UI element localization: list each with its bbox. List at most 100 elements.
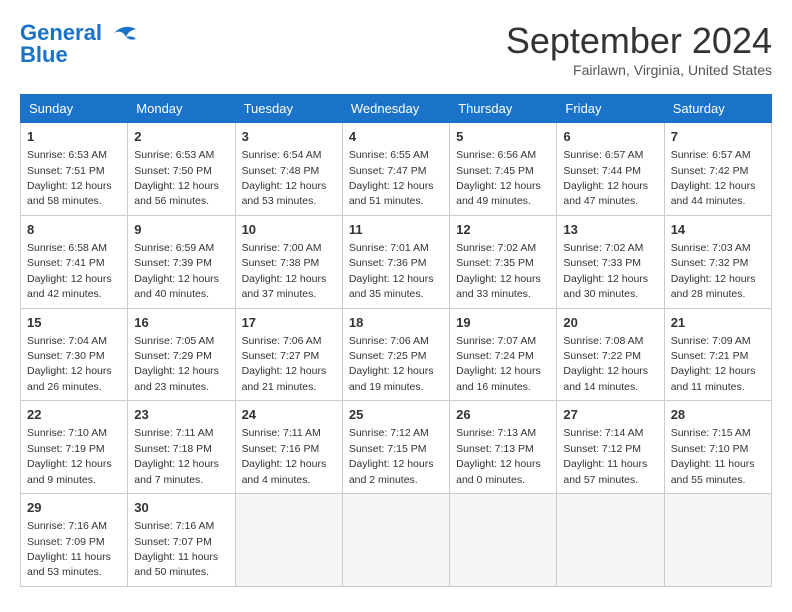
calendar-day-cell: 4 Sunrise: 6:55 AMSunset: 7:47 PMDayligh…	[342, 123, 449, 216]
calendar-day-cell	[342, 494, 449, 587]
calendar-day-cell: 22 Sunrise: 7:10 AMSunset: 7:19 PMDaylig…	[21, 401, 128, 494]
month-title: September 2024	[506, 20, 772, 62]
calendar-header-row: SundayMondayTuesdayWednesdayThursdayFrid…	[21, 95, 772, 123]
day-number: 7	[671, 128, 765, 146]
day-number: 16	[134, 314, 228, 332]
day-info: Sunrise: 6:57 AMSunset: 7:42 PMDaylight:…	[671, 149, 756, 207]
day-number: 9	[134, 221, 228, 239]
day-info: Sunrise: 7:12 AMSunset: 7:15 PMDaylight:…	[349, 427, 434, 485]
weekday-header: Thursday	[450, 95, 557, 123]
calendar-day-cell: 21 Sunrise: 7:09 AMSunset: 7:21 PMDaylig…	[664, 308, 771, 401]
calendar-day-cell: 7 Sunrise: 6:57 AMSunset: 7:42 PMDayligh…	[664, 123, 771, 216]
day-number: 26	[456, 406, 550, 424]
calendar-day-cell: 30 Sunrise: 7:16 AMSunset: 7:07 PMDaylig…	[128, 494, 235, 587]
day-info: Sunrise: 7:08 AMSunset: 7:22 PMDaylight:…	[563, 335, 648, 393]
day-number: 24	[242, 406, 336, 424]
title-area: September 2024 Fairlawn, Virginia, Unite…	[506, 20, 772, 78]
calendar-day-cell: 29 Sunrise: 7:16 AMSunset: 7:09 PMDaylig…	[21, 494, 128, 587]
day-info: Sunrise: 7:00 AMSunset: 7:38 PMDaylight:…	[242, 242, 327, 300]
weekday-header: Sunday	[21, 95, 128, 123]
day-number: 22	[27, 406, 121, 424]
day-number: 8	[27, 221, 121, 239]
day-number: 28	[671, 406, 765, 424]
calendar-day-cell: 15 Sunrise: 7:04 AMSunset: 7:30 PMDaylig…	[21, 308, 128, 401]
day-info: Sunrise: 6:59 AMSunset: 7:39 PMDaylight:…	[134, 242, 219, 300]
calendar-day-cell: 28 Sunrise: 7:15 AMSunset: 7:10 PMDaylig…	[664, 401, 771, 494]
calendar-day-cell: 12 Sunrise: 7:02 AMSunset: 7:35 PMDaylig…	[450, 215, 557, 308]
day-info: Sunrise: 7:10 AMSunset: 7:19 PMDaylight:…	[27, 427, 112, 485]
day-info: Sunrise: 6:58 AMSunset: 7:41 PMDaylight:…	[27, 242, 112, 300]
day-info: Sunrise: 7:02 AMSunset: 7:33 PMDaylight:…	[563, 242, 648, 300]
page-header: General Blue September 2024 Fairlawn, Vi…	[20, 20, 772, 78]
day-info: Sunrise: 7:11 AMSunset: 7:16 PMDaylight:…	[242, 427, 327, 485]
calendar-day-cell	[557, 494, 664, 587]
calendar-day-cell: 26 Sunrise: 7:13 AMSunset: 7:13 PMDaylig…	[450, 401, 557, 494]
weekday-header: Wednesday	[342, 95, 449, 123]
day-number: 10	[242, 221, 336, 239]
day-info: Sunrise: 7:14 AMSunset: 7:12 PMDaylight:…	[563, 427, 647, 485]
calendar-day-cell	[450, 494, 557, 587]
logo-bird-icon	[106, 21, 142, 45]
calendar-day-cell: 23 Sunrise: 7:11 AMSunset: 7:18 PMDaylig…	[128, 401, 235, 494]
calendar-day-cell: 13 Sunrise: 7:02 AMSunset: 7:33 PMDaylig…	[557, 215, 664, 308]
day-number: 15	[27, 314, 121, 332]
calendar-day-cell	[235, 494, 342, 587]
day-number: 23	[134, 406, 228, 424]
day-number: 6	[563, 128, 657, 146]
calendar-day-cell: 9 Sunrise: 6:59 AMSunset: 7:39 PMDayligh…	[128, 215, 235, 308]
weekday-header: Monday	[128, 95, 235, 123]
day-info: Sunrise: 6:53 AMSunset: 7:50 PMDaylight:…	[134, 149, 219, 207]
calendar-day-cell: 3 Sunrise: 6:54 AMSunset: 7:48 PMDayligh…	[235, 123, 342, 216]
day-number: 27	[563, 406, 657, 424]
day-number: 2	[134, 128, 228, 146]
day-number: 13	[563, 221, 657, 239]
calendar-day-cell: 1 Sunrise: 6:53 AMSunset: 7:51 PMDayligh…	[21, 123, 128, 216]
calendar-day-cell: 11 Sunrise: 7:01 AMSunset: 7:36 PMDaylig…	[342, 215, 449, 308]
day-info: Sunrise: 6:56 AMSunset: 7:45 PMDaylight:…	[456, 149, 541, 207]
calendar-day-cell	[664, 494, 771, 587]
day-info: Sunrise: 7:16 AMSunset: 7:07 PMDaylight:…	[134, 520, 218, 578]
day-info: Sunrise: 7:04 AMSunset: 7:30 PMDaylight:…	[27, 335, 112, 393]
calendar-day-cell: 24 Sunrise: 7:11 AMSunset: 7:16 PMDaylig…	[235, 401, 342, 494]
logo: General Blue	[20, 20, 142, 68]
day-number: 20	[563, 314, 657, 332]
weekday-header: Friday	[557, 95, 664, 123]
day-info: Sunrise: 7:13 AMSunset: 7:13 PMDaylight:…	[456, 427, 541, 485]
day-number: 14	[671, 221, 765, 239]
calendar-day-cell: 6 Sunrise: 6:57 AMSunset: 7:44 PMDayligh…	[557, 123, 664, 216]
weekday-header: Tuesday	[235, 95, 342, 123]
day-info: Sunrise: 7:09 AMSunset: 7:21 PMDaylight:…	[671, 335, 756, 393]
calendar-week-row: 22 Sunrise: 7:10 AMSunset: 7:19 PMDaylig…	[21, 401, 772, 494]
calendar-day-cell: 16 Sunrise: 7:05 AMSunset: 7:29 PMDaylig…	[128, 308, 235, 401]
day-number: 17	[242, 314, 336, 332]
weekday-header: Saturday	[664, 95, 771, 123]
day-info: Sunrise: 7:01 AMSunset: 7:36 PMDaylight:…	[349, 242, 434, 300]
calendar-day-cell: 25 Sunrise: 7:12 AMSunset: 7:15 PMDaylig…	[342, 401, 449, 494]
day-info: Sunrise: 7:16 AMSunset: 7:09 PMDaylight:…	[27, 520, 111, 578]
day-number: 18	[349, 314, 443, 332]
calendar-day-cell: 20 Sunrise: 7:08 AMSunset: 7:22 PMDaylig…	[557, 308, 664, 401]
calendar-day-cell: 10 Sunrise: 7:00 AMSunset: 7:38 PMDaylig…	[235, 215, 342, 308]
day-number: 21	[671, 314, 765, 332]
day-info: Sunrise: 7:02 AMSunset: 7:35 PMDaylight:…	[456, 242, 541, 300]
day-number: 19	[456, 314, 550, 332]
calendar-day-cell: 19 Sunrise: 7:07 AMSunset: 7:24 PMDaylig…	[450, 308, 557, 401]
day-number: 30	[134, 499, 228, 517]
calendar-day-cell: 14 Sunrise: 7:03 AMSunset: 7:32 PMDaylig…	[664, 215, 771, 308]
day-number: 11	[349, 221, 443, 239]
day-info: Sunrise: 7:11 AMSunset: 7:18 PMDaylight:…	[134, 427, 219, 485]
day-info: Sunrise: 7:03 AMSunset: 7:32 PMDaylight:…	[671, 242, 756, 300]
day-number: 12	[456, 221, 550, 239]
day-number: 5	[456, 128, 550, 146]
day-info: Sunrise: 6:54 AMSunset: 7:48 PMDaylight:…	[242, 149, 327, 207]
day-number: 25	[349, 406, 443, 424]
calendar-week-row: 15 Sunrise: 7:04 AMSunset: 7:30 PMDaylig…	[21, 308, 772, 401]
calendar-day-cell: 2 Sunrise: 6:53 AMSunset: 7:50 PMDayligh…	[128, 123, 235, 216]
calendar-week-row: 29 Sunrise: 7:16 AMSunset: 7:09 PMDaylig…	[21, 494, 772, 587]
day-info: Sunrise: 7:06 AMSunset: 7:27 PMDaylight:…	[242, 335, 327, 393]
calendar-day-cell: 17 Sunrise: 7:06 AMSunset: 7:27 PMDaylig…	[235, 308, 342, 401]
day-info: Sunrise: 7:06 AMSunset: 7:25 PMDaylight:…	[349, 335, 434, 393]
calendar-week-row: 8 Sunrise: 6:58 AMSunset: 7:41 PMDayligh…	[21, 215, 772, 308]
day-info: Sunrise: 7:15 AMSunset: 7:10 PMDaylight:…	[671, 427, 755, 485]
day-number: 3	[242, 128, 336, 146]
